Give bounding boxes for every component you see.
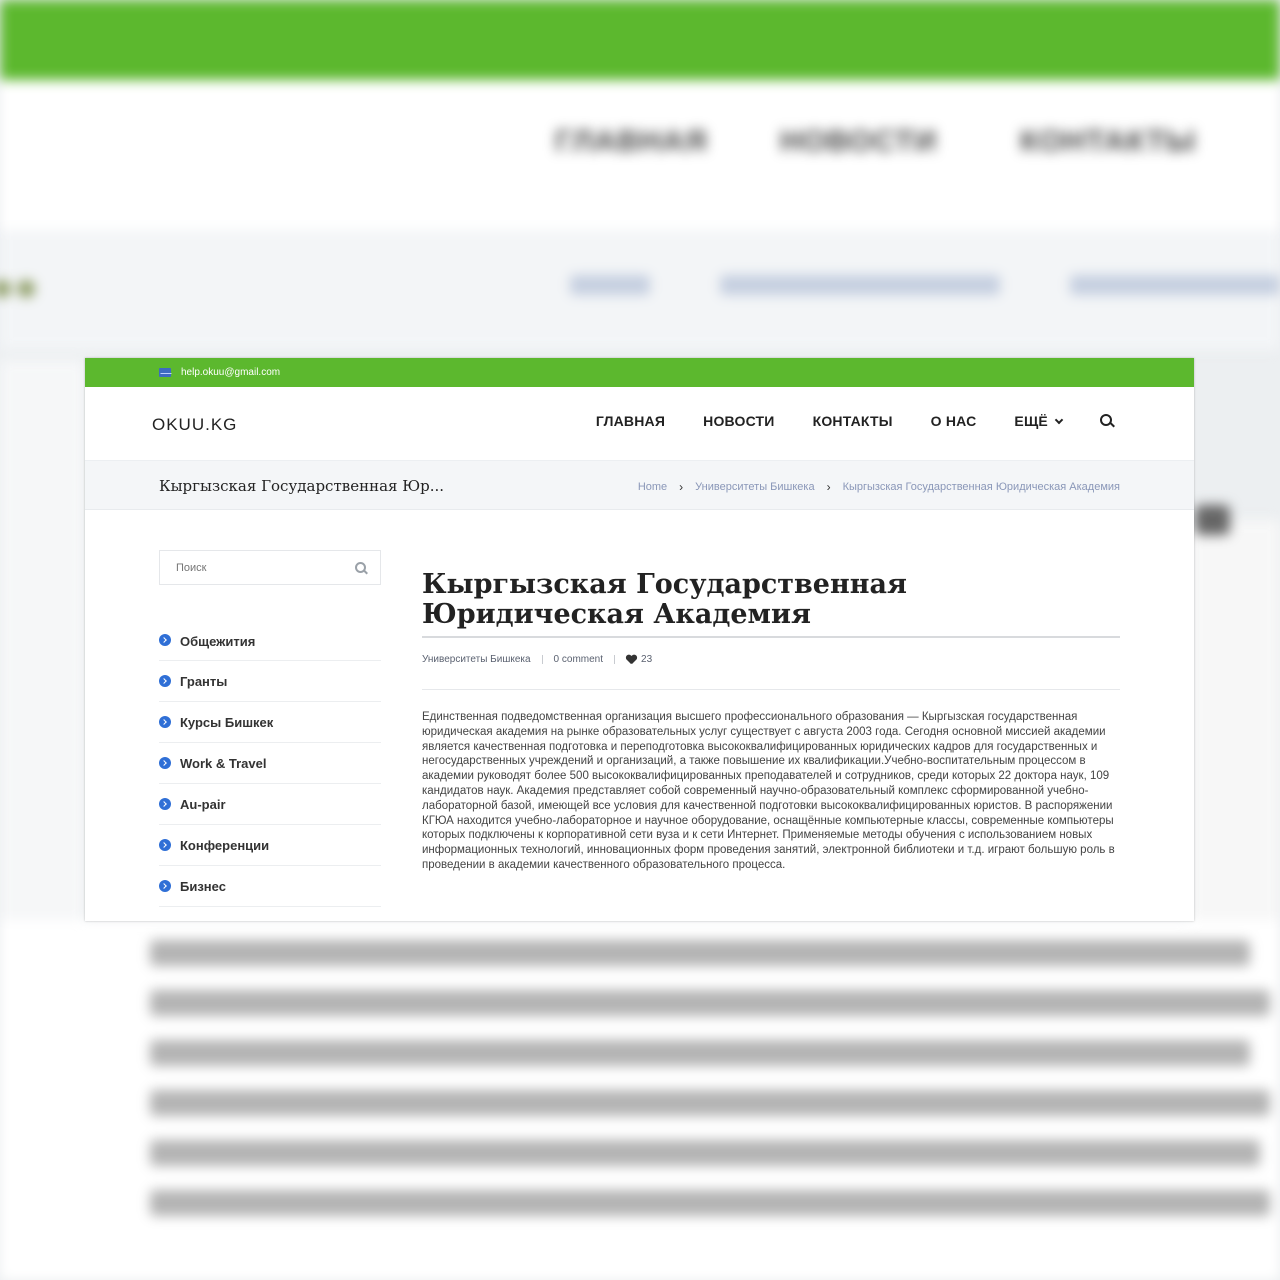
category-label: Au-pair xyxy=(180,796,226,812)
nav-news[interactable]: НОВОСТИ xyxy=(703,413,774,429)
bg-text-line xyxy=(150,1040,1250,1066)
chevron-right-icon: › xyxy=(679,480,684,494)
bg-text-line xyxy=(150,1190,1270,1216)
divider xyxy=(614,655,616,664)
category-label: Общежития xyxy=(180,634,256,649)
category-label: Гранты xyxy=(180,673,228,689)
page-title-bar: Кыргызская Государственная Юр... Home › … xyxy=(85,461,1194,510)
bg-crumb-shape xyxy=(1070,275,1280,295)
breadcrumb-current: Кыргызская Государственная Юридическая А… xyxy=(842,481,1120,493)
nav-about[interactable]: О НАС xyxy=(931,413,977,429)
page-screenshot: help.okuu@gmail.com OKUU.KG ГЛАВНАЯ НОВО… xyxy=(85,358,1194,921)
breadcrumb: Home › Университеты Бишкека › Кыргызская… xyxy=(638,480,1120,494)
bg-text-line xyxy=(150,940,1250,966)
chevron-circle-icon xyxy=(159,634,171,646)
mail-icon xyxy=(159,368,172,377)
divider xyxy=(422,636,1120,638)
chevron-circle-icon xyxy=(159,757,171,769)
nav-more[interactable]: ЕЩЁ xyxy=(1014,413,1064,429)
nav-more-label: ЕЩЁ xyxy=(1014,413,1048,429)
category-item[interactable]: Work & Travel xyxy=(159,743,381,784)
chevron-down-icon xyxy=(1054,415,1064,425)
search-icon[interactable] xyxy=(355,562,368,575)
site-logo[interactable]: OKUU.KG xyxy=(152,415,237,435)
search-icon[interactable] xyxy=(1100,414,1114,428)
divider xyxy=(422,689,1120,690)
article-category[interactable]: Университеты Бишкека xyxy=(422,654,531,665)
page-title: Кыргызская Государственная Юр... xyxy=(159,477,445,495)
comment-count[interactable]: 0 comment xyxy=(554,654,603,665)
bg-text-line xyxy=(150,1140,1260,1166)
bg-nav-item: ГЛАВНАЯ xyxy=(555,125,708,158)
breadcrumb-category[interactable]: Университеты Бишкека xyxy=(695,481,814,493)
bg-text-line xyxy=(150,990,1270,1016)
main-nav: ГЛАВНАЯ НОВОСТИ КОНТАКТЫ О НАС ЕЩЁ xyxy=(596,413,1114,429)
bg-logo-shape: ●● xyxy=(0,265,39,309)
category-item[interactable]: Гранты xyxy=(159,661,381,702)
article-body: Единственная подведомственная организаци… xyxy=(422,711,1115,871)
category-label: Курсы Бишкек xyxy=(180,714,274,730)
bg-left-panel xyxy=(0,360,85,920)
category-label: Бизнес xyxy=(180,878,226,894)
heart-icon[interactable] xyxy=(626,655,637,665)
chevron-circle-icon xyxy=(159,675,171,687)
category-item[interactable]: Бизнес xyxy=(159,866,381,907)
article-meta: Университеты Бишкека 0 comment 23 xyxy=(422,654,1120,665)
bg-right-panel xyxy=(1190,520,1280,920)
article-title: Кыргызская Государственная Юридическая А… xyxy=(422,569,907,630)
bg-right-shape xyxy=(1195,505,1230,535)
chevron-right-icon: › xyxy=(826,480,831,494)
search-input[interactable] xyxy=(160,551,340,584)
nav-home[interactable]: ГЛАВНАЯ xyxy=(596,413,665,429)
contact-email[interactable]: help.okuu@gmail.com xyxy=(181,367,280,378)
sidebar-search xyxy=(159,550,381,585)
bg-nav-item: НОВОСТИ xyxy=(780,125,938,158)
article: Кыргызская Государственная Юридическая А… xyxy=(422,570,1120,873)
chevron-circle-icon xyxy=(159,798,171,810)
category-item[interactable]: Общежития xyxy=(159,634,381,661)
bg-crumb-shape xyxy=(570,275,650,295)
bg-text-line xyxy=(150,1090,1270,1116)
content-area: Общежития Гранты Курсы Бишкек Work & Tra… xyxy=(85,510,1194,920)
category-item[interactable]: Конференции xyxy=(159,825,381,866)
bg-crumb-shape xyxy=(720,275,1000,295)
category-item[interactable]: Курсы Бишкек xyxy=(159,702,381,743)
category-label: Конференции xyxy=(180,837,270,853)
like-count: 23 xyxy=(641,654,653,665)
site-header: OKUU.KG ГЛАВНАЯ НОВОСТИ КОНТАКТЫ О НАС Е… xyxy=(85,387,1194,461)
chevron-circle-icon xyxy=(159,880,171,892)
nav-contacts[interactable]: КОНТАКТЫ xyxy=(813,413,893,429)
category-item[interactable]: Au-pair xyxy=(159,784,381,825)
bg-top-bar xyxy=(0,0,1280,80)
sidebar: Общежития Гранты Курсы Бишкек Work & Tra… xyxy=(159,550,381,907)
breadcrumb-home[interactable]: Home xyxy=(638,481,667,493)
chevron-circle-icon xyxy=(159,839,171,851)
category-label: Work & Travel xyxy=(180,755,267,771)
chevron-circle-icon xyxy=(159,716,171,728)
category-list: Общежития Гранты Курсы Бишкек Work & Tra… xyxy=(159,634,381,907)
divider xyxy=(541,655,543,664)
bg-nav-item: КОНТАКТЫ xyxy=(1020,125,1197,158)
top-bar: help.okuu@gmail.com xyxy=(85,358,1194,387)
